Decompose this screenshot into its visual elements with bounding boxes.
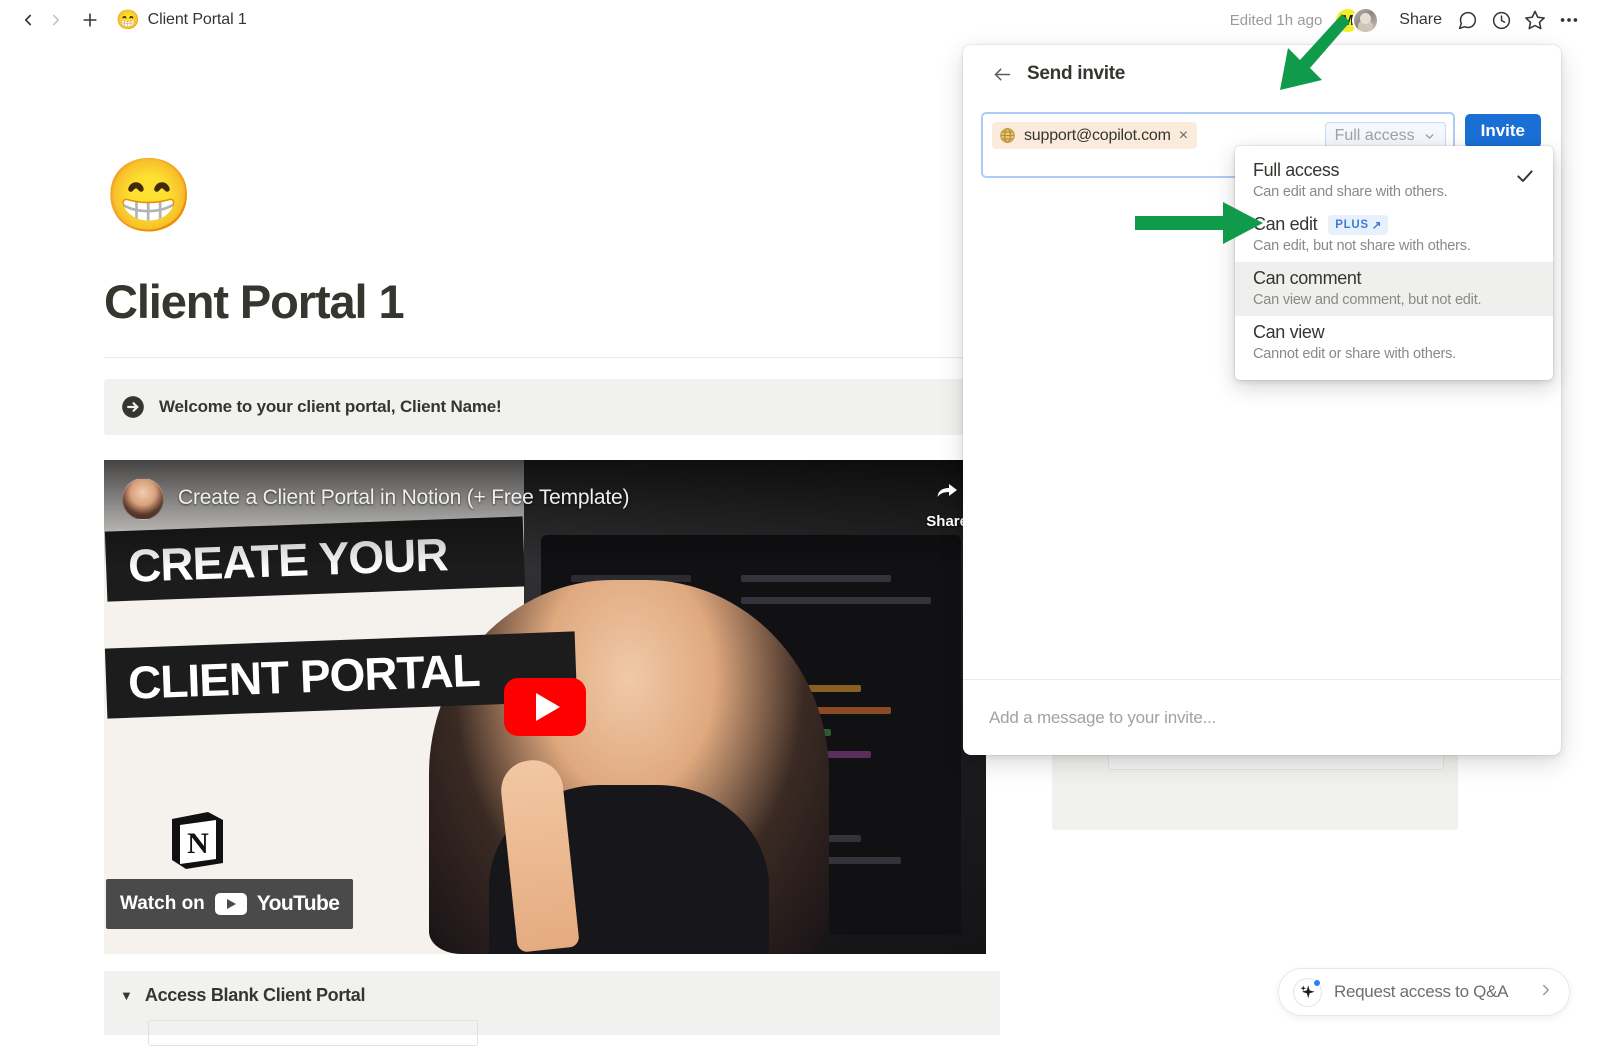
invite-message-input[interactable]: Add a message to your invite... [963, 680, 1561, 755]
video-embed[interactable]: CREATE YOUR CLIENT PORTAL Create a Clien… [104, 460, 986, 954]
chevron-down-icon[interactable]: ▼ [120, 989, 133, 1002]
menu-item-description: Can edit, but not share with others. [1253, 238, 1535, 254]
more-options-button[interactable] [1552, 5, 1586, 35]
breadcrumb-title[interactable]: Client Portal 1 [148, 11, 247, 29]
share-button[interactable]: Share [1391, 7, 1450, 33]
page-icon-emoji[interactable]: 😁 [104, 160, 1000, 232]
back-button[interactable] [989, 61, 1015, 87]
notion-logo-icon: N [166, 807, 228, 871]
callout-text: Welcome to your client portal, Client Na… [159, 397, 501, 417]
panel-title: Send invite [1027, 63, 1125, 85]
checkmark-icon [1515, 166, 1535, 191]
invite-button[interactable]: Invite [1465, 114, 1541, 148]
star-icon [1524, 9, 1546, 31]
app-root: 😁 Client Portal 1 Edited 1h ago M Share [0, 0, 1600, 1050]
access-level-value: Full access [1335, 127, 1415, 145]
toggle-block: ▼ Access Blank Client Portal [104, 971, 1000, 1035]
menu-item-description: Cannot edit or share with others. [1253, 346, 1535, 362]
video-top-gradient [104, 460, 986, 570]
avatar-group: M [1334, 7, 1379, 34]
toolbar-actions: Edited 1h ago M Share [1230, 5, 1586, 35]
qa-button-label: Request access to Q&A [1334, 982, 1525, 1002]
callout-block[interactable]: Welcome to your client portal, Client Na… [104, 379, 984, 435]
menu-item-label: Full access [1253, 160, 1339, 181]
top-toolbar: 😁 Client Portal 1 Edited 1h ago M Share [0, 0, 1600, 40]
comment-icon [1457, 10, 1478, 31]
full-access-menu-item[interactable]: Full access Can edit and share with othe… [1235, 154, 1553, 208]
menu-item-label: Can edit [1253, 214, 1317, 235]
toggle-header[interactable]: ▼ Access Blank Client Portal [120, 985, 1000, 1006]
notification-dot [1313, 979, 1321, 987]
menu-item-description: Can view and comment, but not edit. [1253, 292, 1535, 308]
toggle-child-block[interactable] [148, 1020, 478, 1046]
page-content: 😁 Client Portal 1 Welcome to your client… [0, 40, 1000, 1035]
plus-badge-label: PLUS [1335, 219, 1368, 231]
avatar[interactable] [1352, 7, 1379, 34]
toggle-label: Access Blank Client Portal [145, 985, 365, 1006]
video-share-label: Share [926, 513, 968, 530]
recipient-email: support@copilot.com [1024, 127, 1171, 145]
page-title[interactable]: Client Portal 1 [104, 274, 1000, 329]
globe-icon [999, 127, 1016, 144]
svg-text:N: N [187, 827, 209, 860]
arrow-left-icon [992, 64, 1013, 85]
send-invite-header: Send invite [963, 45, 1561, 103]
youtube-play-icon [215, 893, 247, 915]
plus-icon [80, 10, 100, 30]
remove-recipient-icon[interactable]: × [1179, 128, 1188, 144]
new-page-button[interactable] [76, 6, 104, 34]
arrow-right-circle-icon [120, 394, 146, 420]
video-channel-avatar[interactable] [122, 478, 164, 520]
edited-status: Edited 1h ago [1230, 12, 1323, 29]
chevron-down-icon [1423, 130, 1436, 143]
chevron-left-icon [19, 11, 37, 29]
menu-item-label: Can comment [1253, 268, 1361, 289]
chevron-right-icon [47, 11, 65, 29]
updates-button[interactable] [1484, 5, 1518, 35]
can-comment-menu-item[interactable]: Can comment Can view and comment, but no… [1235, 262, 1553, 316]
forward-button[interactable] [42, 6, 70, 34]
access-level-dropdown: Full access Can edit and share with othe… [1235, 146, 1553, 380]
video-share-button[interactable]: Share [926, 478, 968, 530]
back-button[interactable] [14, 6, 42, 34]
breadcrumb-emoji: 😁 [116, 11, 140, 30]
favorite-button[interactable] [1518, 5, 1552, 35]
plus-upgrade-badge[interactable]: PLUS ↗ [1328, 215, 1388, 235]
watch-on-label: Watch on [120, 893, 205, 915]
watch-on-youtube-button[interactable]: Watch on YouTube [106, 879, 353, 929]
ellipsis-icon [1558, 9, 1580, 31]
play-button-icon[interactable] [504, 678, 586, 736]
youtube-brand-label: YouTube [257, 892, 340, 916]
can-view-menu-item[interactable]: Can view Cannot edit or share with other… [1235, 316, 1553, 370]
menu-item-label: Can view [1253, 322, 1324, 343]
sparkle-icon [1293, 978, 1322, 1007]
can-edit-menu-item[interactable]: Can edit PLUS ↗ Can edit, but not share … [1235, 208, 1553, 262]
chevron-right-icon [1537, 981, 1555, 1004]
share-arrow-icon [932, 478, 962, 502]
request-access-qa-button[interactable]: Request access to Q&A [1278, 968, 1570, 1016]
comments-button[interactable] [1450, 5, 1484, 35]
clock-icon [1491, 10, 1512, 31]
recipient-chip[interactable]: support@copilot.com × [992, 122, 1197, 149]
external-link-arrow-icon: ↗ [1372, 218, 1382, 232]
video-title[interactable]: Create a Client Portal in Notion (+ Free… [178, 486, 629, 510]
title-divider [104, 357, 984, 358]
menu-item-description: Can edit and share with others. [1253, 184, 1535, 200]
